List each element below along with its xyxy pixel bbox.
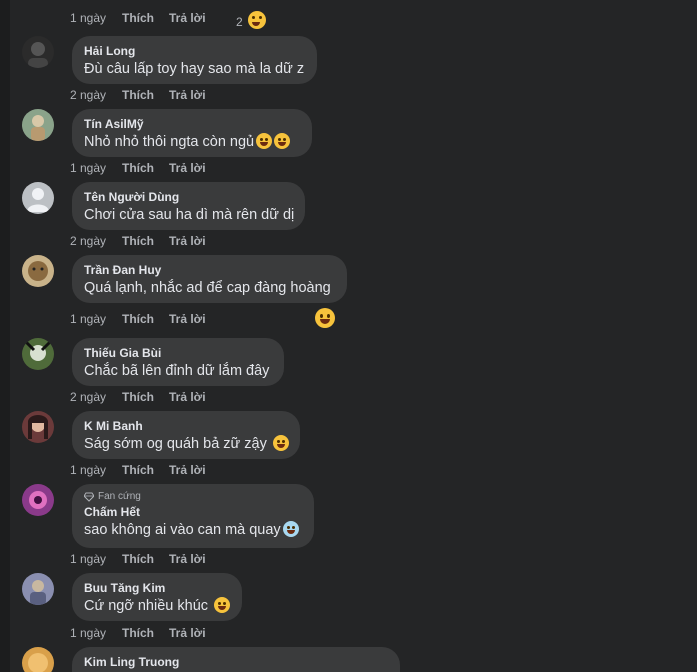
diamond-icon bbox=[84, 492, 94, 502]
comment-bubble: Buu Tăng Kim Cứ ngỡ nhiều khúc bbox=[72, 573, 242, 621]
like-button[interactable]: Thích bbox=[122, 390, 169, 404]
reply-button[interactable]: Trả lời bbox=[169, 11, 236, 29]
like-button[interactable]: Thích bbox=[122, 552, 169, 566]
like-button[interactable]: Thích bbox=[122, 88, 169, 102]
comment-time[interactable]: 1 ngày bbox=[70, 161, 122, 175]
comment-bubble: Trần Đan Huy Quá lạnh, nhắc ad để cap đà… bbox=[72, 255, 347, 303]
avatar[interactable] bbox=[22, 411, 54, 443]
comment-text: Quá lạnh, nhắc ad để cap đàng hoàng bbox=[84, 280, 331, 296]
like-button[interactable]: Thích bbox=[122, 234, 169, 248]
comment-time[interactable]: 2 ngày bbox=[70, 234, 122, 248]
rofl-emoji-icon bbox=[274, 133, 291, 149]
avatar[interactable] bbox=[22, 573, 54, 605]
like-button[interactable]: Thích bbox=[122, 463, 169, 477]
comment-text: Ság sớm og quáh bả zữ zậy bbox=[84, 434, 289, 454]
comment-time[interactable]: 1 ngày bbox=[70, 312, 122, 326]
comment-text: Chơi cửa sau ha dì mà rên dữ dị bbox=[84, 207, 295, 223]
like-button[interactable]: Thích bbox=[122, 312, 169, 326]
reply-button[interactable]: Trả lời bbox=[169, 552, 206, 566]
comment-bubble: Tín AsilMỹ Nhỏ nhỏ thôi ngta còn ngủ bbox=[72, 109, 312, 157]
left-background-strip bbox=[0, 0, 10, 672]
comment-bubble: Tên Người Dùng Chơi cửa sau ha dì mà rên… bbox=[72, 182, 305, 230]
comment-text: Nhỏ nhỏ thôi ngta còn ngủ bbox=[84, 132, 300, 152]
reply-button[interactable]: Trả lời bbox=[169, 161, 206, 175]
avatar[interactable] bbox=[22, 647, 54, 672]
reply-button[interactable]: Trả lời bbox=[169, 626, 206, 640]
like-button[interactable]: Thích bbox=[122, 161, 169, 175]
avatar[interactable] bbox=[22, 36, 54, 68]
comment-bubble: K Mi Banh Ság sớm og quáh bả zữ zậy bbox=[72, 411, 300, 459]
rofl-emoji-icon bbox=[272, 435, 289, 451]
comment-actions: 1 ngày Thích Trả lời bbox=[70, 463, 206, 477]
comment-author[interactable]: Trần Đan Huy bbox=[84, 262, 335, 278]
comment-author[interactable]: Tín AsilMỹ bbox=[84, 116, 300, 132]
comment-time[interactable]: 1 ngày bbox=[70, 626, 122, 640]
reaction-count[interactable]: 2 bbox=[236, 11, 267, 29]
reply-button[interactable]: Trả lời bbox=[169, 312, 206, 326]
comment-bubble: Hải Long Đù câu lấp toy hay sao mà la dữ… bbox=[72, 36, 317, 84]
comment-actions-top: 1 ngày Thích Trả lời 2 bbox=[70, 11, 267, 29]
cold-face-emoji-icon bbox=[282, 521, 299, 537]
comment-author[interactable]: Tên Người Dùng bbox=[84, 189, 293, 205]
comment-actions: 2 ngày Thích Trả lời bbox=[70, 390, 206, 404]
reply-button[interactable]: Trả lời bbox=[169, 234, 206, 248]
like-button[interactable]: Thích bbox=[122, 11, 169, 29]
comment-time[interactable]: 2 ngày bbox=[70, 390, 122, 404]
comment-actions: 1 ngày Thích Trả lời bbox=[70, 161, 206, 175]
comment-bubble: Fan cứng Chấm Hết sao không ai vào can m… bbox=[72, 484, 314, 548]
comment-time[interactable]: 1 ngày bbox=[70, 463, 122, 477]
comment-author[interactable]: Thiếu Gia Bùi bbox=[84, 345, 272, 361]
comment-author[interactable]: Buu Tăng Kim bbox=[84, 580, 230, 596]
comment-time[interactable]: 2 ngày bbox=[70, 88, 122, 102]
comment-actions: 1 ngày Thích Trả lời bbox=[70, 626, 206, 640]
comment-time[interactable]: 1 ngày bbox=[70, 11, 122, 29]
comment-actions: 2 ngày Thích Trả lời bbox=[70, 88, 206, 102]
comment-author[interactable]: Kim Ling Truong bbox=[84, 654, 388, 670]
comment-time[interactable]: 1 ngày bbox=[70, 552, 122, 566]
comment-text: Chắc bã lên đỉnh dữ lắm đây bbox=[84, 363, 270, 379]
avatar[interactable] bbox=[22, 109, 54, 141]
comment-text: Đù câu lấp toy hay sao mà la dữ z bbox=[84, 61, 305, 77]
comment-bubble: Kim Ling Truong bbox=[72, 647, 400, 672]
reply-button[interactable]: Trả lời bbox=[169, 463, 206, 477]
comment-text: Cứ ngỡ nhiều khúc bbox=[84, 596, 231, 616]
like-button[interactable]: Thích bbox=[122, 626, 169, 640]
fan-badge[interactable]: Fan cứng bbox=[84, 490, 302, 504]
laugh-reaction-icon bbox=[248, 11, 267, 29]
comment-actions: 1 ngày Thích Trả lời bbox=[70, 552, 206, 566]
comment-author[interactable]: K Mi Banh bbox=[84, 418, 288, 434]
laugh-reaction-icon[interactable] bbox=[315, 308, 335, 328]
comment-actions: 2 ngày Thích Trả lời bbox=[70, 234, 206, 248]
default-avatar-icon[interactable] bbox=[22, 182, 54, 214]
comment-author[interactable]: Hải Long bbox=[84, 43, 305, 59]
rofl-emoji-icon bbox=[256, 133, 273, 149]
avatar[interactable] bbox=[22, 338, 54, 370]
reply-button[interactable]: Trả lời bbox=[169, 390, 206, 404]
rofl-emoji-icon bbox=[214, 597, 231, 613]
comment-bubble: Thiếu Gia Bùi Chắc bã lên đỉnh dữ lắm đâ… bbox=[72, 338, 284, 386]
avatar[interactable] bbox=[22, 484, 54, 516]
comments-panel: 1 ngày Thích Trả lời 2 Hải Long Đù câu l… bbox=[10, 0, 697, 672]
comment-actions: 1 ngày Thích Trả lời bbox=[70, 312, 206, 326]
comment-text: sao không ai vào can mà quay bbox=[84, 520, 302, 540]
avatar[interactable] bbox=[22, 255, 54, 287]
reply-button[interactable]: Trả lời bbox=[169, 88, 206, 102]
comment-author[interactable]: Chấm Hết bbox=[84, 504, 302, 520]
